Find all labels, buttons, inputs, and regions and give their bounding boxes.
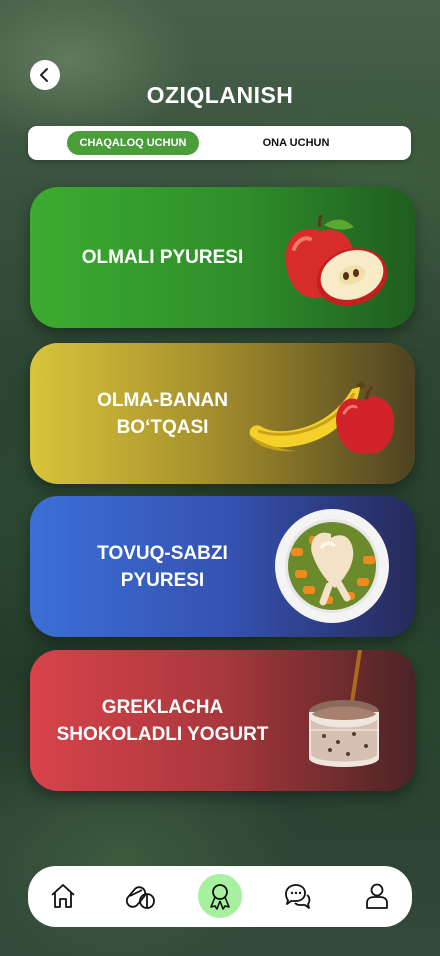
nav-pills[interactable]: [119, 874, 163, 918]
recipe-card-label: TOVUQ-SABZI PYURESI: [97, 542, 228, 591]
chocolate-yogurt-jar-icon: [309, 650, 379, 767]
recipe-card-olma-banan-botqasi[interactable]: OLMA-BANAN BO‘TQASI: [30, 343, 415, 484]
tab-bar: CHAQALOQ UCHUN ONA UCHUN: [28, 126, 411, 160]
chevron-left-icon: [40, 68, 48, 82]
tab-chaqaloq-uchun[interactable]: CHAQALOQ UCHUN: [67, 131, 199, 155]
nav-award[interactable]: [198, 874, 242, 918]
nav-profile[interactable]: [355, 874, 399, 918]
bottom-nav: [28, 866, 412, 927]
tab-ona-uchun[interactable]: ONA UCHUN: [228, 131, 364, 155]
recipe-card-greklacha-shokoladli-yogurt[interactable]: GREKLACHA SHOKOLADLI YOGURT: [30, 650, 415, 791]
recipe-card-olmali-pyuresi[interactable]: OLMALI PYURESI: [30, 187, 415, 328]
chicken-carrot-plate-icon: [275, 509, 389, 623]
profile-icon: [366, 883, 388, 909]
recipe-card-tovuq-sabzi-pyuresi[interactable]: TOVUQ-SABZI PYURESI: [30, 496, 415, 637]
recipe-card-label: OLMALI PYURESI: [81, 247, 244, 268]
award-icon: [210, 884, 230, 910]
pills-icon: [126, 886, 155, 909]
nav-home[interactable]: [41, 874, 85, 918]
chat-icon: [285, 884, 311, 909]
home-icon: [51, 884, 75, 908]
nav-chat[interactable]: [276, 874, 320, 918]
recipe-card-label: GREKLACHA SHOKOLADLI YOGURT: [56, 696, 269, 745]
page-title: OZIQLANISH: [146, 82, 294, 108]
banana-apple-icon: [249, 381, 395, 454]
apple-icon: [285, 215, 388, 306]
